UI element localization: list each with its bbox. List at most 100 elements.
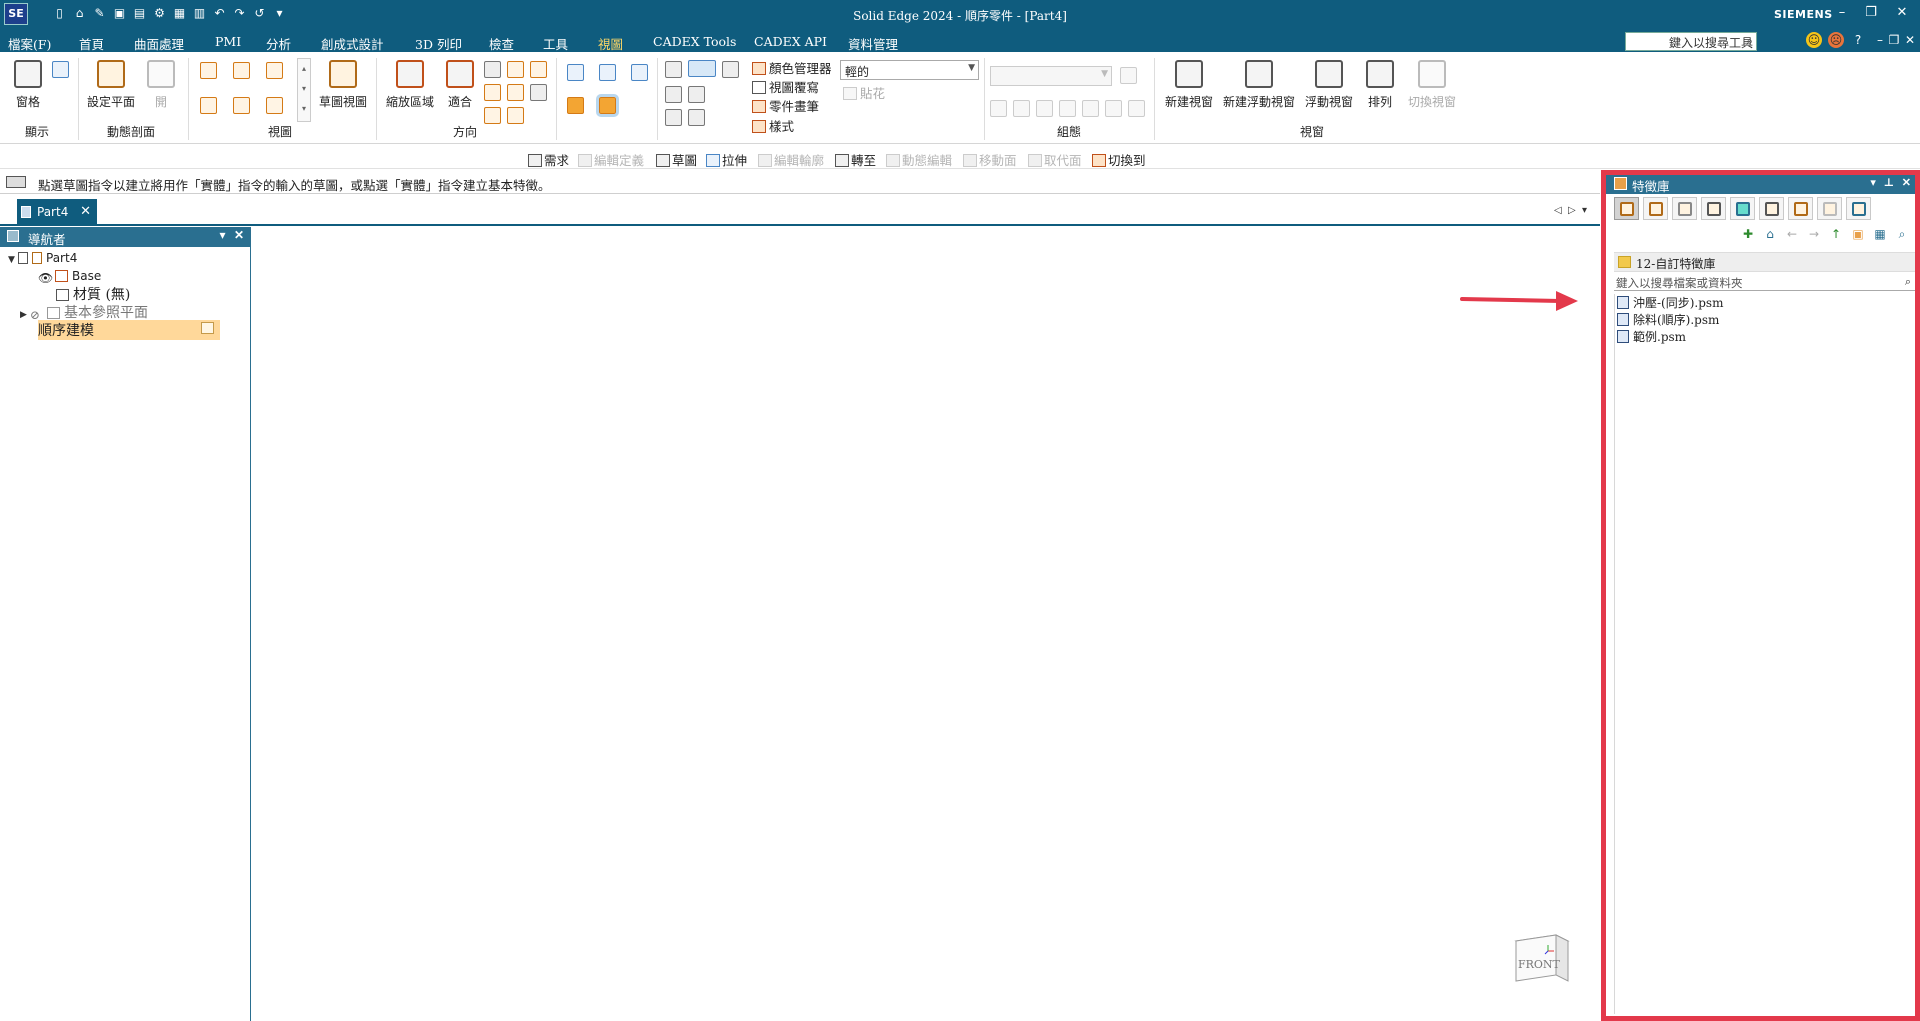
tab-pmi[interactable]: PMI: [215, 34, 241, 49]
library-tab-layers-icon[interactable]: [1759, 197, 1784, 220]
view-cube[interactable]: FRONT: [1510, 927, 1572, 989]
help-icon[interactable]: ?: [1850, 32, 1866, 48]
arrange-button[interactable]: 排列: [1364, 60, 1396, 110]
tab-cadex-tools[interactable]: CADEX Tools: [653, 34, 736, 49]
shaded-with-edges-icon[interactable]: [596, 94, 619, 117]
shadow-icon[interactable]: [665, 61, 682, 78]
pin-pane-icon[interactable]: ⊥: [1884, 176, 1895, 189]
rotate-icon[interactable]: [530, 61, 547, 78]
new-folder-icon[interactable]: ▣: [1849, 226, 1867, 244]
zoom-fit-width-icon[interactable]: [484, 84, 501, 101]
tab-view[interactable]: 視圖: [593, 34, 628, 57]
home-icon[interactable]: ⌂: [1761, 226, 1779, 244]
tab-scroll-left-icon[interactable]: ◁: [1554, 205, 1562, 216]
view-options-icon[interactable]: ▦: [1871, 226, 1889, 244]
tab-tools[interactable]: 工具: [543, 34, 568, 53]
close-icon[interactable]: ✕: [1891, 5, 1913, 20]
view-overlay-button[interactable]: 視圖覆寫: [752, 77, 819, 96]
perspective-icon[interactable]: [688, 86, 705, 103]
library-tab-grid-icon[interactable]: [1846, 197, 1871, 220]
sketch-view-button[interactable]: 草圖視圖: [316, 60, 370, 110]
library-tab-family-icon[interactable]: [1672, 197, 1697, 220]
add-icon[interactable]: ✚: [1739, 226, 1757, 244]
style-combo[interactable]: 輕的 ▼: [840, 60, 979, 80]
library-search-icon[interactable]: ⌕: [1893, 226, 1911, 244]
library-tab-views-icon[interactable]: [1701, 197, 1726, 220]
views-gallery-scroller[interactable]: ▴ ▾ ▾: [297, 58, 311, 122]
up-folder-icon[interactable]: ↑: [1827, 226, 1845, 244]
keyboard-icon[interactable]: [6, 176, 26, 188]
cmd-switch-to[interactable]: 切換到: [1092, 150, 1146, 169]
zoom-icon[interactable]: [484, 61, 501, 78]
tab-check[interactable]: 檢查: [489, 34, 514, 53]
pane-menu-icon[interactable]: ▾: [1870, 176, 1876, 189]
color-manager-button[interactable]: 顏色管理器: [752, 58, 832, 77]
eye-visibility-icon[interactable]: 👁: [38, 271, 53, 285]
view-trimetric-icon[interactable]: [266, 62, 283, 79]
new-floating-window-button[interactable]: 新建浮動視窗: [1220, 60, 1298, 110]
named-view-icon[interactable]: [507, 107, 524, 124]
view-left-icon[interactable]: [200, 97, 217, 114]
tab-home[interactable]: 首頁: [79, 34, 104, 53]
library-tab-colors-icon[interactable]: [1730, 197, 1755, 220]
sketch-display-icon[interactable]: [688, 60, 716, 77]
shaded-wire-icon[interactable]: [567, 64, 584, 81]
previous-view-icon[interactable]: [484, 107, 501, 124]
tab-generative-design[interactable]: 創成式設計: [321, 34, 384, 53]
hidden-visibility-icon[interactable]: ⊘: [30, 308, 43, 322]
command-search-input[interactable]: 鍵入以搜尋工具 ⌕: [1625, 32, 1757, 51]
close-tab-icon[interactable]: ✕: [80, 204, 91, 219]
search-icon[interactable]: ⌕: [1746, 34, 1753, 49]
tab-cadex-api[interactable]: CADEX API: [754, 34, 827, 49]
list-item[interactable]: 沖壓-(同步).psm: [1615, 294, 1915, 311]
minimize-icon[interactable]: –: [1831, 5, 1853, 20]
document-tab-part4[interactable]: Part4 ✕: [17, 199, 97, 225]
smile-feedback-icon[interactable]: ☺: [1806, 32, 1822, 48]
visible-edges-icon[interactable]: [599, 64, 616, 81]
list-item[interactable]: 範例.psm: [1615, 328, 1915, 345]
styles-button[interactable]: 樣式: [752, 116, 794, 135]
current-folder[interactable]: 12-自訂特徵庫: [1614, 252, 1915, 272]
floor-reflection-icon[interactable]: [665, 86, 682, 103]
tab-3d-print[interactable]: 3D 列印: [415, 34, 462, 53]
spin-about-icon[interactable]: [507, 84, 524, 101]
library-tab-tools-icon[interactable]: [1788, 197, 1813, 220]
collapse-icon[interactable]: ▼: [8, 255, 18, 265]
view-bottom-icon[interactable]: [266, 97, 283, 114]
tab-file[interactable]: 檔案(F): [8, 34, 51, 53]
view-iso-icon[interactable]: [200, 62, 217, 79]
view-dimetric-icon[interactable]: [233, 62, 250, 79]
new-window-button[interactable]: 新建視窗: [1162, 60, 1216, 110]
silhouette-icon[interactable]: [665, 109, 682, 126]
tab-list-icon[interactable]: ▾: [1582, 205, 1587, 216]
pane-menu-icon[interactable]: ▾: [220, 228, 226, 242]
tab-surfacing[interactable]: 曲面處理: [134, 34, 184, 53]
frown-feedback-icon[interactable]: ☹: [1828, 32, 1844, 48]
tab-inspect[interactable]: 分析: [266, 34, 291, 53]
pane-button[interactable]: 窗格: [12, 60, 44, 110]
tree-node-base[interactable]: 👁 Base: [38, 269, 101, 285]
zoom-area-button[interactable]: 縮放區域: [382, 60, 438, 110]
shaded-icon[interactable]: [567, 97, 584, 114]
floating-window-button[interactable]: 浮動視窗: [1302, 60, 1356, 110]
part-painter-button[interactable]: 零件畫筆: [752, 96, 819, 115]
fit-button[interactable]: 適合: [444, 60, 476, 110]
ribbon-close-icon[interactable]: ✕: [1902, 32, 1918, 48]
expand-icon[interactable]: ▶: [20, 310, 30, 320]
graphics-window[interactable]: FRONT: [252, 227, 1600, 1021]
ambient-icon[interactable]: [688, 109, 705, 126]
display-toggle-icon[interactable]: [52, 61, 69, 78]
tree-node-part4[interactable]: ▼ Part4: [8, 251, 77, 265]
view-top-icon[interactable]: [233, 97, 250, 114]
tree-node-material[interactable]: 材質 (無): [56, 284, 130, 304]
reflective-icon[interactable]: [722, 61, 739, 78]
list-item[interactable]: 除料(順序).psm: [1615, 311, 1915, 328]
set-plane-button[interactable]: 設定平面: [85, 60, 137, 110]
cmd-go-to[interactable]: 轉至: [835, 150, 876, 169]
ribbon-restore-icon[interactable]: ❐: [1886, 32, 1902, 48]
tab-scroll-right-icon[interactable]: ▷: [1568, 205, 1576, 216]
library-tab-relations-icon[interactable]: [1817, 197, 1842, 220]
pane-close-icon[interactable]: ✕: [1902, 176, 1911, 189]
tab-data-management[interactable]: 資料管理: [848, 34, 898, 53]
tree-node-reference-planes[interactable]: ▶ ⊘ 基本參照平面: [20, 302, 148, 322]
